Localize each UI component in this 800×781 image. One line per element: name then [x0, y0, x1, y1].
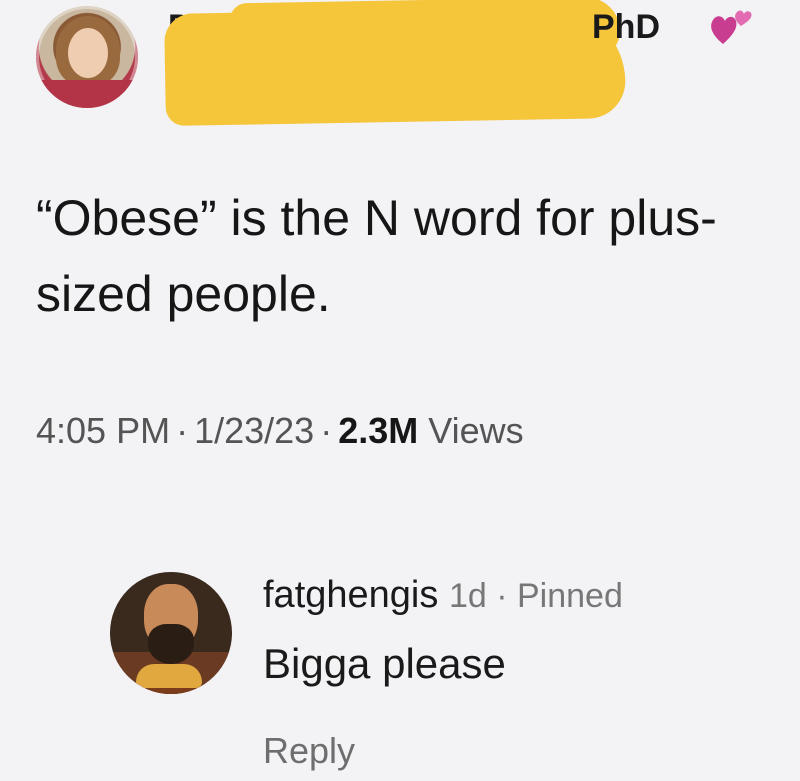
tweet-time: 4:05 PM — [36, 410, 171, 451]
separator-dot: · — [176, 410, 189, 451]
tweet-date[interactable]: 1/23/23 — [194, 410, 314, 451]
commenter-avatar[interactable] — [110, 572, 232, 694]
burger-icon — [136, 664, 202, 688]
views-label[interactable]: Views — [428, 410, 523, 451]
tweet-text: “Obese” is the N word for plus-sized peo… — [36, 190, 717, 322]
separator-dot: · — [486, 577, 517, 615]
screenshot: Dr. PhD “Obese” is the N word for plus-s… — [0, 0, 800, 781]
author-avatar[interactable] — [36, 6, 138, 108]
comment-age: 1d — [448, 577, 487, 615]
views-count[interactable]: 2.3M — [338, 410, 418, 451]
comment-header: fatghengis 1d · Pinned — [263, 574, 623, 617]
separator-dot: · — [320, 410, 333, 451]
author-name-suffix[interactable]: PhD — [592, 8, 660, 47]
commenter-username[interactable]: fatghengis — [263, 574, 438, 616]
tweet-meta: 4:05 PM · 1/23/23 · 2.3M Views — [36, 410, 524, 452]
comment-text: Bigga please — [263, 640, 506, 687]
reply-button[interactable]: Reply — [263, 730, 355, 772]
redaction-mark — [164, 5, 626, 127]
pinned-label: Pinned — [516, 577, 623, 615]
two-hearts-icon — [711, 10, 752, 44]
